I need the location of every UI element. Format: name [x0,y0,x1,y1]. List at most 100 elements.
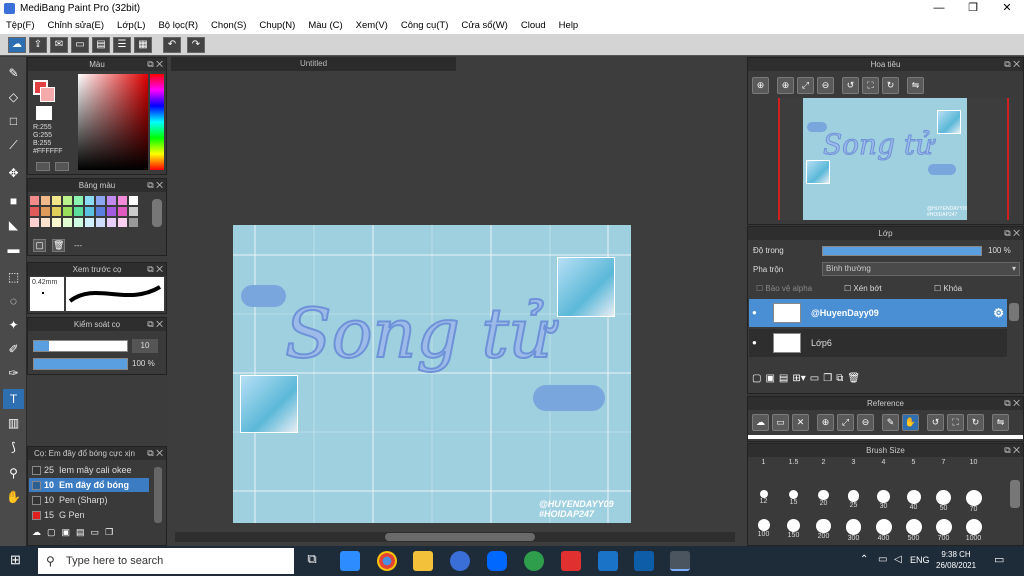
tray-chevron-icon[interactable]: ⌃ [860,554,868,565]
palette-swatch[interactable] [118,218,127,227]
brush-list-item[interactable]: 10 Em đây đổ bóng [29,478,149,492]
panel-close-icon[interactable]: ⧉ ✕ [147,58,163,71]
menu-color[interactable]: Màu (C) [308,20,342,31]
panel-close-icon[interactable]: ⧉ ✕ [147,318,163,331]
zalo-icon[interactable] [487,551,507,571]
transparent-color-swatch[interactable] [36,106,52,120]
brush-size-cell[interactable]: 4 [871,459,896,482]
layer-row[interactable]: ● @HuyenDayy09 ⚙ [749,299,1007,327]
menu-select[interactable]: Chọn(S) [211,20,246,31]
palette-swatch[interactable] [74,196,83,205]
chrome-icon[interactable] [377,551,397,571]
panel-close-icon[interactable]: ⧉ ✕ [1004,397,1020,410]
brush-size-cell[interactable]: 150 [781,517,806,540]
layer-opacity-slider[interactable] [822,246,982,256]
volume-icon[interactable]: ◁ [894,554,902,565]
palette-swatch[interactable] [41,207,50,216]
background-color-swatch[interactable] [40,87,55,102]
network-icon[interactable]: ▭ [878,554,887,565]
brush-size-cell[interactable]: 1000 [961,517,986,542]
ref-rotate-right-icon[interactable]: ↻ [967,414,984,431]
photos-app-icon[interactable] [634,551,654,571]
flip-icon[interactable]: ⇋ [907,77,924,94]
minimize-button[interactable]: — [922,0,956,17]
menu-file[interactable]: Tệp(F) [6,20,35,31]
fill-rect-icon[interactable]: ■ [3,191,24,211]
zoom-in-icon[interactable]: ⊕ [752,77,769,94]
share-icon[interactable]: ⇪ [29,37,47,53]
brush-opacity-slider[interactable] [33,358,128,370]
brush-size-cell[interactable]: 25 [841,488,866,511]
palette-swatch[interactable] [30,218,39,227]
brush-size-cell[interactable]: 70 [961,488,986,513]
brush-cloud-icon[interactable]: ☁ [32,527,41,541]
clipping-option[interactable]: ☐ Xén bớt [844,284,882,293]
close-button[interactable]: ✕ [990,0,1024,17]
palette-swatch[interactable] [52,196,61,205]
brush-list-scrollbar[interactable] [154,467,162,523]
lasso-icon[interactable]: ◌ [3,291,24,311]
text-tool-icon[interactable]: T [3,389,24,409]
palette-swatch[interactable] [30,196,39,205]
menu-snap[interactable]: Chụp(N) [259,20,295,31]
palette-swatch[interactable] [107,196,116,205]
wps-icon[interactable] [561,551,581,571]
ref-eyedropper-icon[interactable]: ✎ [882,414,899,431]
palette-swatch[interactable] [63,207,72,216]
ref-rotate-left-icon[interactable]: ↺ [927,414,944,431]
palette-swatch[interactable] [107,218,116,227]
magic-wand-icon[interactable]: ✦ [3,315,24,335]
menu-help[interactable]: Help [559,20,579,31]
brush-size-cell[interactable]: 30 [871,488,896,511]
menu-cloud[interactable]: Cloud [521,20,546,31]
duplicate-layer-icon[interactable]: ❐ [823,373,832,389]
brush-list-item[interactable]: 10 Pen (Sharp) [29,493,149,507]
brush-copy-icon[interactable]: ▤ [76,527,85,541]
menu-edit[interactable]: Chỉnh sửa(E) [48,20,105,31]
panel-close-icon[interactable]: ⧉ ✕ [1004,58,1020,71]
brush-size-cell[interactable]: 400 [871,517,896,542]
speech-icon[interactable]: ▭ [71,37,89,53]
zoom-out-icon[interactable]: ⊖ [817,77,834,94]
ref-hand-icon[interactable]: ✋ [902,414,919,431]
file-explorer-icon[interactable] [413,551,433,571]
fit-icon[interactable]: ⤢ [797,77,814,94]
eyedropper-icon[interactable]: ⟆ [3,437,24,457]
ref-fit-icon[interactable]: ⤢ [837,414,854,431]
ref-open-icon[interactable]: ▭ [772,414,789,431]
brush-size-cell[interactable]: 2 [811,459,836,482]
brush-size-slider[interactable] [33,340,128,352]
brush-size-cell[interactable]: 40 [901,488,926,511]
media-app-icon[interactable] [598,551,618,571]
brush-size-cell[interactable]: 100 [751,517,776,540]
brush-size-cell[interactable]: 200 [811,517,836,540]
brush-size-cell[interactable]: 7 [931,459,956,482]
notification-icon[interactable]: ▭ [994,553,1004,566]
palette-swatch[interactable] [41,218,50,227]
navigator-viewport[interactable]: Song tử @HUYENDAYY09 #HOIDAP247 [778,98,1011,220]
fullscreen-icon[interactable]: ⛶ [862,77,879,94]
palette-swatch[interactable] [52,218,61,227]
chrome-active-icon[interactable] [670,551,690,571]
redo-icon[interactable]: ↷ [187,37,205,53]
new-1bit-layer-icon[interactable]: ▤ [779,373,788,389]
menu-tools[interactable]: Công cụ(T) [401,20,449,31]
palette-swatch[interactable] [63,196,72,205]
layer-scrollbar[interactable] [1009,303,1019,321]
taskbar-search[interactable]: ⚲ Type here to search [38,548,294,574]
ref-flip-icon[interactable]: ⇋ [992,414,1009,431]
document-icon[interactable]: ▤ [92,37,110,53]
menu-window[interactable]: Cửa sổ(W) [461,20,507,31]
palette-swatch[interactable] [41,196,50,205]
select-eraser-icon[interactable]: ✑ [3,363,24,383]
new-halftone-layer-icon[interactable]: ▣ [765,373,774,389]
ref-zoom-out-icon[interactable]: ⊖ [857,414,874,431]
brush-size-cell[interactable]: 500 [901,517,926,542]
canvas-scroll-thumb[interactable] [385,533,535,541]
palette-swatch[interactable] [96,207,105,216]
brush-duplicate-icon[interactable]: ❐ [105,527,113,541]
visibility-icon[interactable]: ● [752,299,757,327]
new-layer-icon[interactable]: ▢ [752,373,761,389]
ref-zoom-in-icon[interactable]: ⊕ [817,414,834,431]
saturation-value-picker[interactable] [78,74,148,170]
